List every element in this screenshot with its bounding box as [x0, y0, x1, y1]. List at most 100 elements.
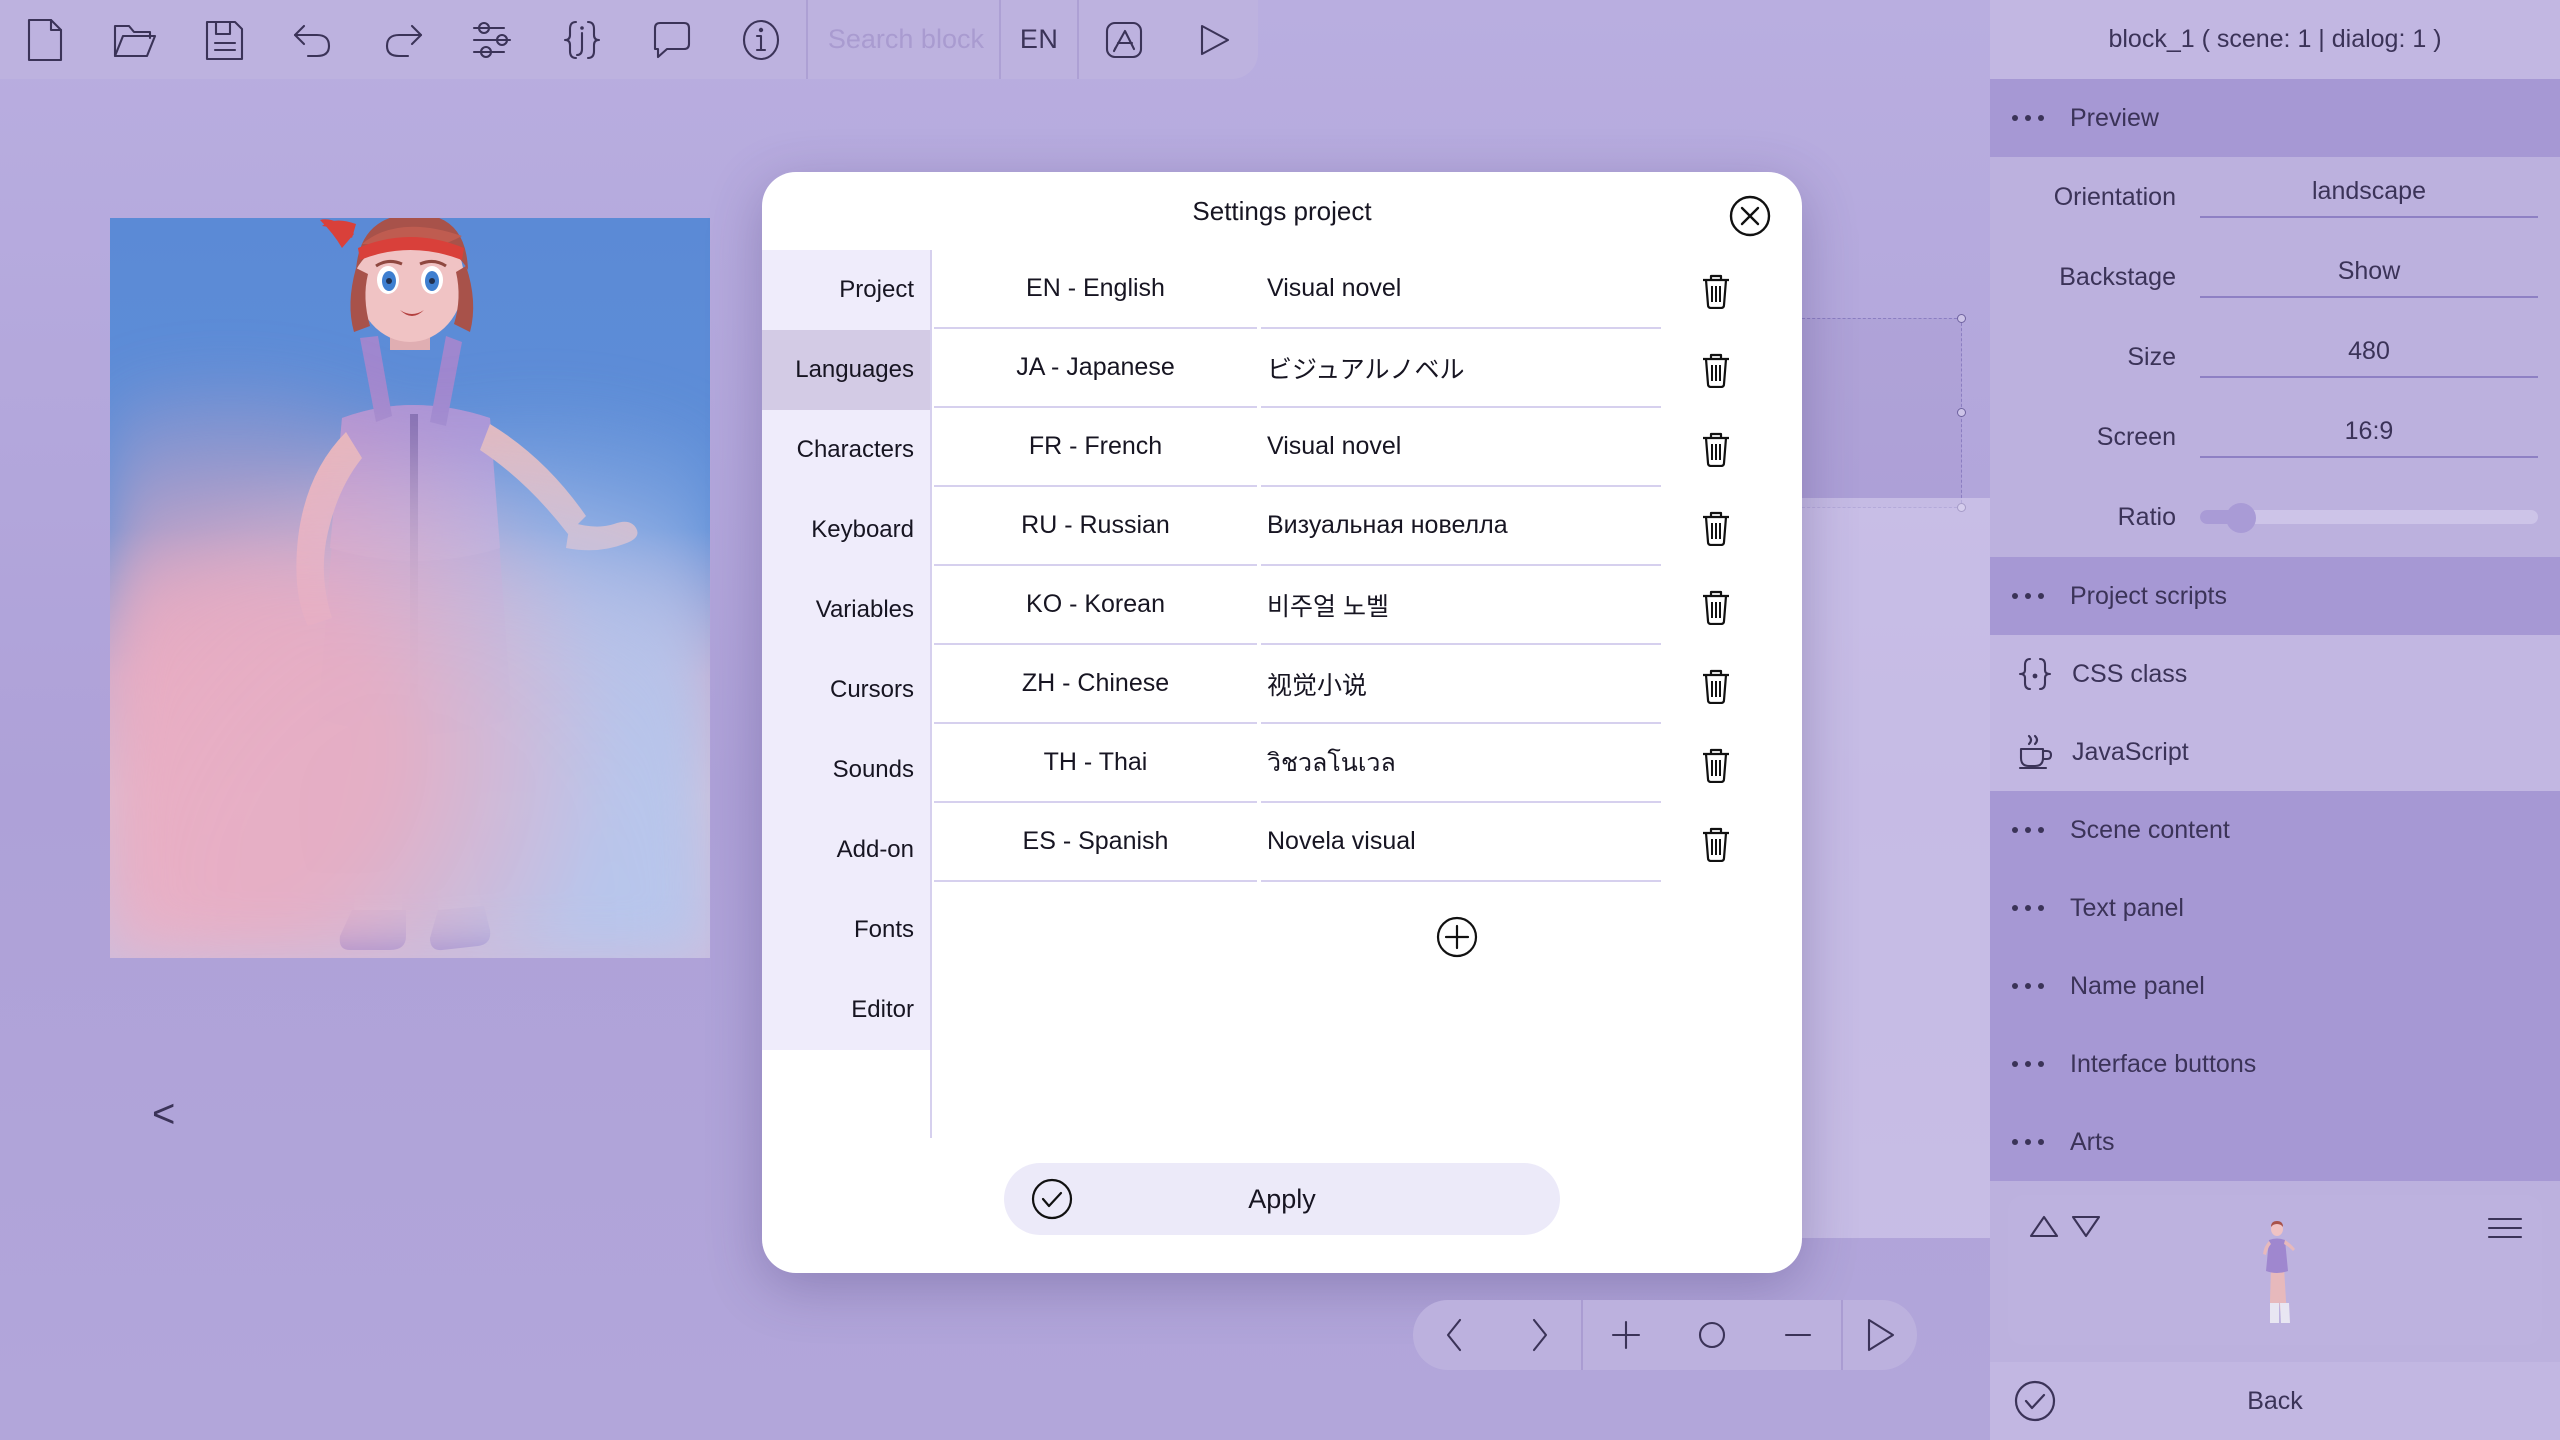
sliders-icon[interactable]	[448, 0, 538, 79]
ratio-slider[interactable]	[2200, 503, 2538, 533]
language-title-input[interactable]: วิชวลโนเวล	[1261, 724, 1661, 803]
right-properties-panel: block_1 ( scene: 1 | dialog: 1 ) Preview…	[1990, 0, 2560, 1440]
sidebar-item-languages[interactable]: Languages	[762, 330, 930, 410]
property-value[interactable]: 16:9	[2200, 417, 2538, 458]
more-options-icon[interactable]	[2012, 827, 2044, 833]
language-title-input[interactable]: Visual novel	[1261, 250, 1661, 329]
back-button[interactable]: Back	[1990, 1362, 2560, 1440]
sidebar-item-keyboard[interactable]: Keyboard	[762, 490, 930, 570]
trash-icon[interactable]	[1661, 566, 1771, 645]
add-language-button[interactable]	[1257, 882, 1657, 992]
sidebar-item-cursors[interactable]: Cursors	[762, 650, 930, 730]
language-code-cell[interactable]: KO - Korean	[934, 566, 1257, 645]
more-options-icon[interactable]	[2012, 593, 2044, 599]
language-title-input[interactable]: Visual novel	[1261, 408, 1661, 487]
remove-block-icon[interactable]	[1755, 1300, 1841, 1370]
more-options-icon[interactable]	[2012, 115, 2044, 121]
sidebar-item-label: Editor	[851, 996, 914, 1023]
new-file-icon[interactable]	[0, 0, 90, 79]
add-block-icon[interactable]	[1583, 1300, 1669, 1370]
sidebar-item-project[interactable]: Project	[762, 250, 930, 330]
language-code-cell[interactable]: EN - English	[934, 250, 1257, 329]
trash-icon[interactable]	[1661, 250, 1771, 329]
sidebar-item-editor[interactable]: Editor	[762, 970, 930, 1050]
trash-icon[interactable]	[1661, 487, 1771, 566]
section-interface-buttons[interactable]: Interface buttons	[1990, 1025, 2560, 1103]
circle-block-icon[interactable]	[1669, 1300, 1755, 1370]
sidebar-item-sounds[interactable]: Sounds	[762, 730, 930, 810]
app-store-icon[interactable]	[1079, 0, 1169, 79]
triangle-down-icon[interactable]	[2066, 1211, 2106, 1241]
property-backstage[interactable]: Backstage Show	[1990, 237, 2560, 317]
comment-icon[interactable]	[627, 0, 717, 79]
property-value[interactable]: 480	[2200, 337, 2538, 378]
prev-block-icon[interactable]	[1413, 1300, 1497, 1370]
language-title-input[interactable]: ビジュアルノベル	[1261, 329, 1661, 408]
section-text-panel[interactable]: Text panel	[1990, 869, 2560, 947]
language-title-input[interactable]: 비주얼 노벨	[1261, 566, 1661, 645]
triangle-up-icon[interactable]	[2024, 1211, 2064, 1241]
apply-label: Apply	[1248, 1183, 1316, 1214]
open-folder-icon[interactable]	[90, 0, 180, 79]
workspace-canvas: < Search block EN Settings project Proje…	[0, 0, 2042, 1440]
language-code-cell[interactable]: ES - Spanish	[934, 803, 1257, 882]
info-icon[interactable]	[716, 0, 806, 79]
property-label: Screen	[2096, 422, 2176, 451]
more-options-icon[interactable]	[2012, 1061, 2044, 1067]
sidebar-item-label: Add-on	[836, 836, 914, 863]
hamburger-menu-icon[interactable]	[2486, 1213, 2524, 1243]
language-title-input[interactable]: 视觉小说	[1261, 645, 1661, 724]
redo-icon[interactable]	[358, 0, 448, 79]
play-icon[interactable]	[1169, 0, 1259, 79]
trash-icon[interactable]	[1661, 803, 1771, 882]
undo-icon[interactable]	[269, 0, 359, 79]
language-code-cell[interactable]: JA - Japanese	[934, 329, 1257, 408]
scene-back-arrow[interactable]: <	[152, 1092, 175, 1137]
property-screen[interactable]: Screen 16:9	[1990, 397, 2560, 477]
script-item-javascript[interactable]: JavaScript	[1990, 713, 2560, 791]
more-options-icon[interactable]	[2012, 1139, 2044, 1145]
more-options-icon[interactable]	[2012, 905, 2044, 911]
scene-preview-art[interactable]	[110, 218, 710, 958]
play-preview-icon[interactable]	[1843, 1300, 1915, 1370]
section-arts[interactable]: Arts	[1990, 1103, 2560, 1181]
trash-icon[interactable]	[1661, 408, 1771, 487]
more-options-icon[interactable]	[2012, 983, 2044, 989]
section-preview[interactable]: Preview	[1990, 79, 2560, 157]
language-code-cell[interactable]: ZH - Chinese	[934, 645, 1257, 724]
sidebar-item-characters[interactable]: Characters	[762, 410, 930, 490]
apply-button[interactable]: Apply	[1004, 1163, 1560, 1235]
ratio-slider-thumb[interactable]	[2225, 503, 2256, 533]
search-input[interactable]: Search block	[808, 0, 999, 79]
language-title-input[interactable]: Novela visual	[1261, 803, 1661, 882]
property-value[interactable]: Show	[2200, 257, 2538, 298]
selection-handle-box[interactable]	[1793, 314, 1966, 512]
character-thumbnail[interactable]	[2253, 1219, 2297, 1329]
section-name-panel[interactable]: Name panel	[1990, 947, 2560, 1025]
language-code-cell[interactable]: TH - Thai	[934, 724, 1257, 803]
property-orientation[interactable]: Orientation landscape	[1990, 157, 2560, 237]
language-delete-column	[1661, 250, 1771, 882]
language-code-cell[interactable]: RU - Russian	[934, 487, 1257, 566]
json-icon[interactable]	[537, 0, 627, 79]
next-block-icon[interactable]	[1497, 1300, 1581, 1370]
trash-icon[interactable]	[1661, 645, 1771, 724]
language-title-input[interactable]: Визуальная новелла	[1261, 487, 1661, 566]
language-selector[interactable]: EN	[1001, 0, 1077, 79]
sidebar-item-addon[interactable]: Add-on	[762, 810, 930, 890]
language-code-cell[interactable]: FR - French	[934, 408, 1257, 487]
section-project-scripts[interactable]: Project scripts	[1990, 557, 2560, 635]
sidebar-item-fonts[interactable]: Fonts	[762, 890, 930, 970]
property-value[interactable]: landscape	[2200, 177, 2538, 218]
close-icon[interactable]	[1728, 194, 1772, 238]
script-label: CSS class	[2072, 659, 2188, 688]
trash-icon[interactable]	[1661, 724, 1771, 803]
property-ratio[interactable]: Ratio	[1990, 477, 2560, 557]
trash-icon[interactable]	[1661, 329, 1771, 408]
sidebar-item-variables[interactable]: Variables	[762, 570, 930, 650]
save-icon[interactable]	[179, 0, 269, 79]
sidebar-item-label: Sounds	[832, 756, 914, 783]
script-item-css-class[interactable]: CSS class	[1990, 635, 2560, 713]
section-scene-content[interactable]: Scene content	[1990, 791, 2560, 869]
property-size[interactable]: Size 480	[1990, 317, 2560, 397]
